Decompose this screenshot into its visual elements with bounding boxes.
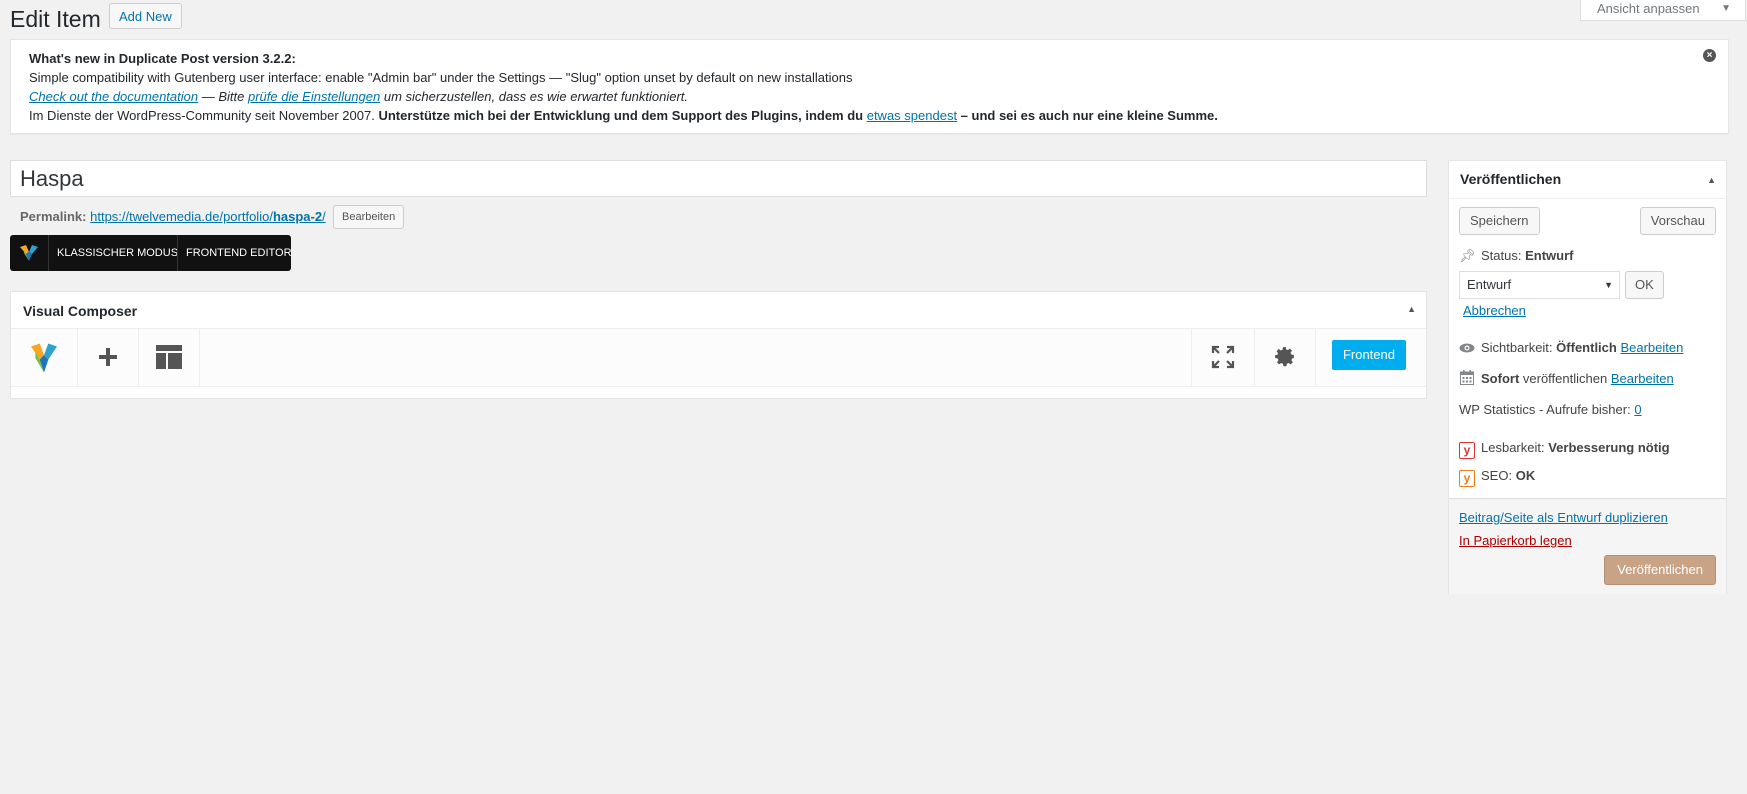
- notice-bold-text: Unterstütze mich bei der Entwicklung und…: [378, 108, 867, 123]
- wp-statistics-row: WP Statistics - Aufrufe bisher: 0: [1459, 401, 1642, 419]
- notice-line: Simple compatibility with Gutenberg user…: [29, 70, 853, 85]
- yoast-seo-icon: y: [1459, 470, 1475, 487]
- caret-down-icon: ▼: [1721, 3, 1731, 14]
- dropdown-arrow-icon: ▼: [1604, 280, 1613, 290]
- templates-icon: [156, 345, 182, 369]
- duplicate-post-notice: What's new in Duplicate Post version 3.2…: [10, 39, 1729, 134]
- notice-text: um sicherzustellen, dass es wie erwartet…: [380, 89, 689, 104]
- documentation-link[interactable]: Check out the documentation: [29, 89, 198, 104]
- readability-value: Verbesserung nötig: [1548, 440, 1670, 455]
- status-select-value: Entwurf: [1467, 277, 1512, 292]
- status-select[interactable]: Entwurf ▼: [1459, 271, 1620, 299]
- yoast-readability-icon: y: [1459, 442, 1475, 459]
- seo-row: y SEO: OK: [1459, 467, 1535, 487]
- vc-frontend-button[interactable]: Frontend: [1331, 340, 1406, 370]
- vc-logo-button[interactable]: [11, 329, 78, 386]
- post-title-input[interactable]: Haspa: [10, 160, 1427, 197]
- settings-link[interactable]: prüfe die Einstellungen: [248, 89, 380, 104]
- status-value: Entwurf: [1525, 248, 1574, 263]
- notice-text: Im Dienste der WordPress-Community seit …: [29, 108, 379, 123]
- notice-text: — Bitte: [198, 89, 248, 104]
- publish-box-title: Veröffentlichen: [1460, 171, 1562, 187]
- fullscreen-button[interactable]: [1191, 329, 1255, 386]
- status-ok-button[interactable]: OK: [1625, 271, 1664, 299]
- plus-icon: [99, 348, 117, 366]
- classic-mode-button[interactable]: KLASSISCHER MODUS: [57, 246, 178, 260]
- wp-statistics-count-link[interactable]: 0: [1634, 402, 1641, 417]
- publish-actions: Beitrag/Seite als Entwurf duplizieren In…: [1449, 498, 1726, 594]
- eye-icon: [1459, 339, 1475, 357]
- publish-box: Veröffentlichen ▲ Speichern Vorschau 📌︎ S…: [1448, 160, 1727, 594]
- readability-label: Lesbarkeit:: [1481, 440, 1545, 455]
- visibility-edit-link[interactable]: Bearbeiten: [1620, 340, 1683, 355]
- publish-button[interactable]: Veröffentlichen: [1604, 555, 1716, 585]
- vc-logo-icon: [31, 343, 57, 373]
- permalink-label: Permalink:: [20, 209, 87, 224]
- vc-logo-icon: [20, 245, 38, 261]
- save-draft-button[interactable]: Speichern: [1459, 207, 1540, 235]
- status-cancel-link[interactable]: Abbrechen: [1463, 302, 1526, 320]
- status-label: Status:: [1481, 248, 1522, 263]
- templates-button[interactable]: [138, 329, 200, 386]
- move-to-trash-link[interactable]: In Papierkorb legen: [1459, 532, 1572, 550]
- schedule-row: Sofort veröffentlichen Bearbeiten: [1459, 370, 1674, 388]
- seo-value: OK: [1515, 468, 1536, 483]
- collapse-arrow-icon[interactable]: ▲: [1407, 304, 1416, 314]
- visibility-row: Sichtbarkeit: Öffentlich Bearbeiten: [1459, 339, 1683, 357]
- visual-composer-panel: Visual Composer ▲ Frontend: [10, 291, 1427, 399]
- divider: [177, 235, 178, 271]
- panel-title: Visual Composer: [23, 303, 138, 319]
- notice-bold-text: – und sei es auch nur eine kleine Summe.: [957, 108, 1218, 123]
- visibility-label: Sichtbarkeit:: [1481, 340, 1553, 355]
- add-element-button[interactable]: [77, 329, 139, 386]
- duplicate-draft-link[interactable]: Beitrag/Seite als Entwurf duplizieren: [1459, 509, 1668, 527]
- screen-options-label: Ansicht anpassen: [1597, 1, 1700, 16]
- donate-link[interactable]: etwas spendest: [867, 108, 957, 123]
- wp-statistics-label: WP Statistics - Aufrufe bisher:: [1459, 402, 1631, 417]
- dismiss-icon[interactable]: ×: [1703, 49, 1716, 62]
- seo-label: SEO:: [1481, 468, 1513, 483]
- notice-docs-line: Check out the documentation — Bitte prüf…: [29, 88, 688, 106]
- permalink-url-link[interactable]: https://twelvemedia.de/portfolio/haspa-2…: [90, 209, 326, 224]
- preview-button[interactable]: Vorschau: [1639, 207, 1716, 235]
- vc-toolbar: Frontend: [11, 328, 1426, 387]
- calendar-icon: [1459, 370, 1475, 388]
- screen-options-button[interactable]: Ansicht anpassen ▼: [1580, 0, 1746, 21]
- status-row: 📌︎ Status: Entwurf: [1459, 247, 1573, 265]
- fullscreen-icon: [1211, 345, 1235, 369]
- readability-row: y Lesbarkeit: Verbesserung nötig: [1459, 439, 1670, 459]
- permalink-edit-button[interactable]: Bearbeiten: [333, 205, 405, 229]
- add-new-button[interactable]: Add New: [109, 3, 182, 29]
- notice-donate-line: Im Dienste der WordPress-Community seit …: [29, 107, 1218, 125]
- frontend-editor-button[interactable]: FRONTEND EDITOR: [186, 246, 292, 260]
- schedule-edit-link[interactable]: Bearbeiten: [1611, 371, 1674, 386]
- notice-title: What's new in Duplicate Post version 3.2…: [29, 51, 296, 66]
- divider: [48, 235, 49, 271]
- page-title: Edit Item: [10, 6, 101, 32]
- pin-icon: 📌︎: [1459, 248, 1476, 263]
- schedule-bold: Sofort: [1481, 371, 1520, 386]
- gear-icon: [1275, 347, 1294, 367]
- divider: [1449, 198, 1726, 199]
- schedule-text: veröffentlichen: [1519, 371, 1608, 386]
- settings-button[interactable]: [1253, 329, 1316, 386]
- visibility-value: Öffentlich: [1556, 340, 1617, 355]
- permalink: Permalink: https://twelvemedia.de/portfo…: [20, 208, 326, 226]
- collapse-arrow-icon[interactable]: ▲: [1707, 175, 1716, 185]
- vc-mode-bar: KLASSISCHER MODUS FRONTEND EDITOR: [10, 235, 292, 271]
